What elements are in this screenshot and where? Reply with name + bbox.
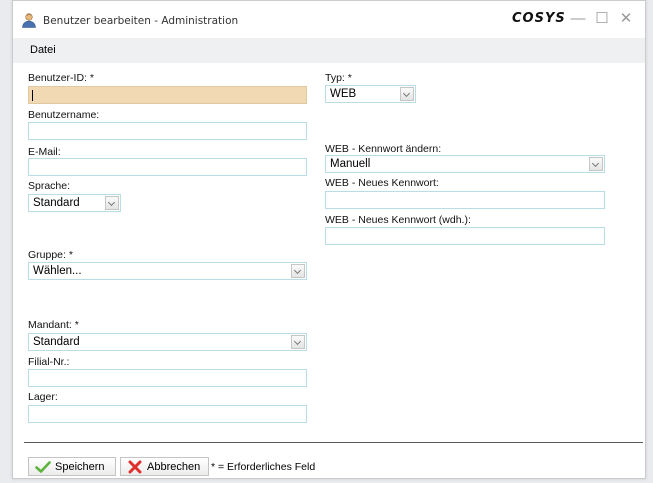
cancel-button-label: Abbrechen [147,461,201,473]
sprache-select[interactable]: Standard [28,194,121,212]
mandant-select[interactable]: Standard [28,333,307,351]
gruppe-label: Gruppe: * [28,249,73,261]
chevron-down-icon[interactable] [105,196,119,210]
close-button[interactable]: ✕ [618,11,634,27]
web-neues-kennwort-label: WEB - Neues Kennwort: [325,177,439,189]
lager-field[interactable] [28,405,307,423]
email-field[interactable] [28,158,307,176]
minimize-button[interactable]: — [570,11,586,27]
footer-divider [24,442,643,443]
web-neues-kennwort-field[interactable] [325,191,605,209]
mandant-value: Standard [33,336,80,348]
dialog-window: Benutzer bearbeiten - Administration COS… [12,0,646,479]
email-label: E-Mail: [28,146,61,158]
cancel-button[interactable]: Abbrechen [120,457,209,476]
filial-nr-field[interactable] [28,369,307,387]
gruppe-value: Wählen... [33,265,82,277]
benutzername-label: Benutzername: [28,109,100,121]
text-caret [32,90,33,101]
filial-nr-label: Filial-Nr.: [28,356,70,368]
web-neues-kennwort-wdh-field[interactable] [325,227,605,245]
web-kennwort-aendern-value: Manuell [330,158,371,170]
menu-bar: Datei [13,38,645,63]
chevron-down-icon[interactable] [291,264,305,278]
title-bar[interactable]: Benutzer bearbeiten - Administration COS… [13,1,645,37]
sprache-value: Standard [33,197,80,209]
chevron-down-icon[interactable] [291,335,305,349]
mandant-label: Mandant: * [28,319,79,331]
benutzer-id-label: Benutzer-ID: * [28,72,94,84]
typ-label: Typ: * [325,72,352,84]
menu-item-datei[interactable]: Datei [30,44,56,56]
user-icon [21,12,37,28]
typ-select[interactable]: WEB [325,85,416,103]
web-kennwort-aendern-label: WEB - Kennwort ändern: [325,143,442,155]
required-field-note: * = Erforderliches Feld [211,461,316,473]
chevron-down-icon[interactable] [589,157,603,171]
brand-logo: COSYS [512,11,566,26]
benutzername-field[interactable] [28,122,307,140]
save-button-label: Speichern [55,461,105,473]
chevron-down-icon[interactable] [400,87,414,101]
web-neues-kennwort-wdh-label: WEB - Neues Kennwort (wdh.): [325,214,471,226]
web-kennwort-aendern-select[interactable]: Manuell [325,155,605,173]
sprache-label: Sprache: [28,180,71,192]
save-button[interactable]: Speichern [28,457,116,476]
maximize-button[interactable]: ☐ [594,11,610,27]
typ-value: WEB [330,88,357,100]
window-title: Benutzer bearbeiten - Administration [43,15,239,27]
gruppe-select[interactable]: Wählen... [28,262,307,280]
benutzer-id-field[interactable] [28,86,307,104]
lager-label: Lager: [28,391,58,403]
